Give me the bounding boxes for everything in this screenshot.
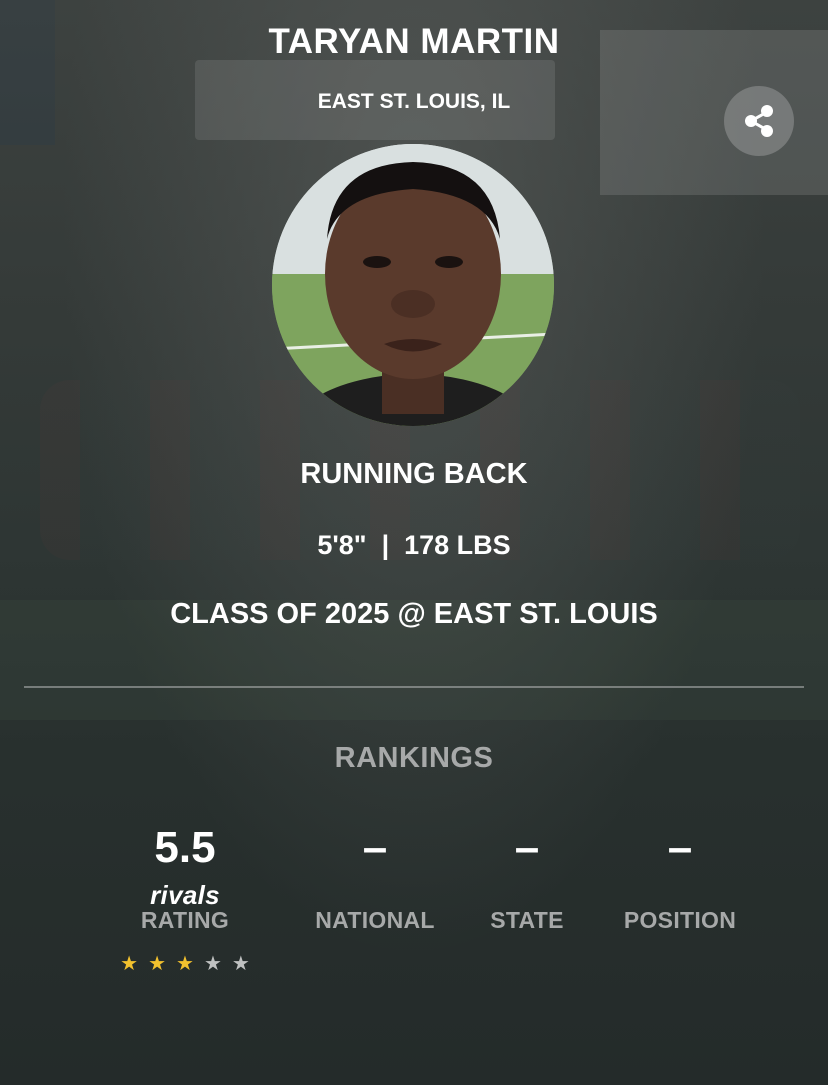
- star-empty-icon: ★: [203, 953, 232, 976]
- state-rank: – STATE: [467, 826, 587, 934]
- star-filled-icon: ★: [120, 953, 149, 976]
- star-filled-icon: ★: [148, 953, 177, 976]
- rankings-title: RANKINGS: [334, 742, 494, 774]
- position-rank-label: POSITION: [623, 907, 737, 933]
- share-icon: [745, 105, 773, 137]
- state-rank-label: STATE: [490, 907, 564, 933]
- national-rank-value: –: [362, 823, 388, 872]
- player-position: RUNNING BACK: [300, 458, 528, 490]
- player-avatar: [272, 144, 554, 426]
- rivals-rating: 5.5 rivals RATING ★★★★★: [100, 826, 270, 976]
- position-rank: – POSITION: [605, 826, 755, 934]
- player-photo: [272, 144, 554, 426]
- player-hometown: EAST ST. LOUIS, IL: [317, 90, 511, 113]
- national-rank: – NATIONAL: [300, 826, 450, 934]
- rivals-logo: rivals: [150, 880, 220, 910]
- rating-value: 5.5: [154, 823, 216, 872]
- player-profile-header: TARYAN MARTIN EAST ST. LOUIS, IL RUNNING…: [0, 0, 828, 1085]
- position-rank-value: –: [667, 823, 693, 872]
- player-measurements: 5'8" | 178 LBS: [317, 530, 511, 560]
- star-empty-icon: ★: [231, 953, 260, 976]
- section-divider: [24, 686, 804, 688]
- rating-label: RATING: [140, 907, 230, 933]
- national-rank-label: NATIONAL: [315, 907, 435, 933]
- share-button[interactable]: [724, 86, 794, 156]
- star-filled-icon: ★: [176, 953, 204, 976]
- state-rank-value: –: [514, 823, 540, 872]
- player-name: TARYAN MARTIN: [268, 22, 560, 61]
- player-class-school: CLASS OF 2025 @ EAST ST. LOUIS: [170, 598, 658, 630]
- star-rating: ★★★★★: [100, 951, 270, 976]
